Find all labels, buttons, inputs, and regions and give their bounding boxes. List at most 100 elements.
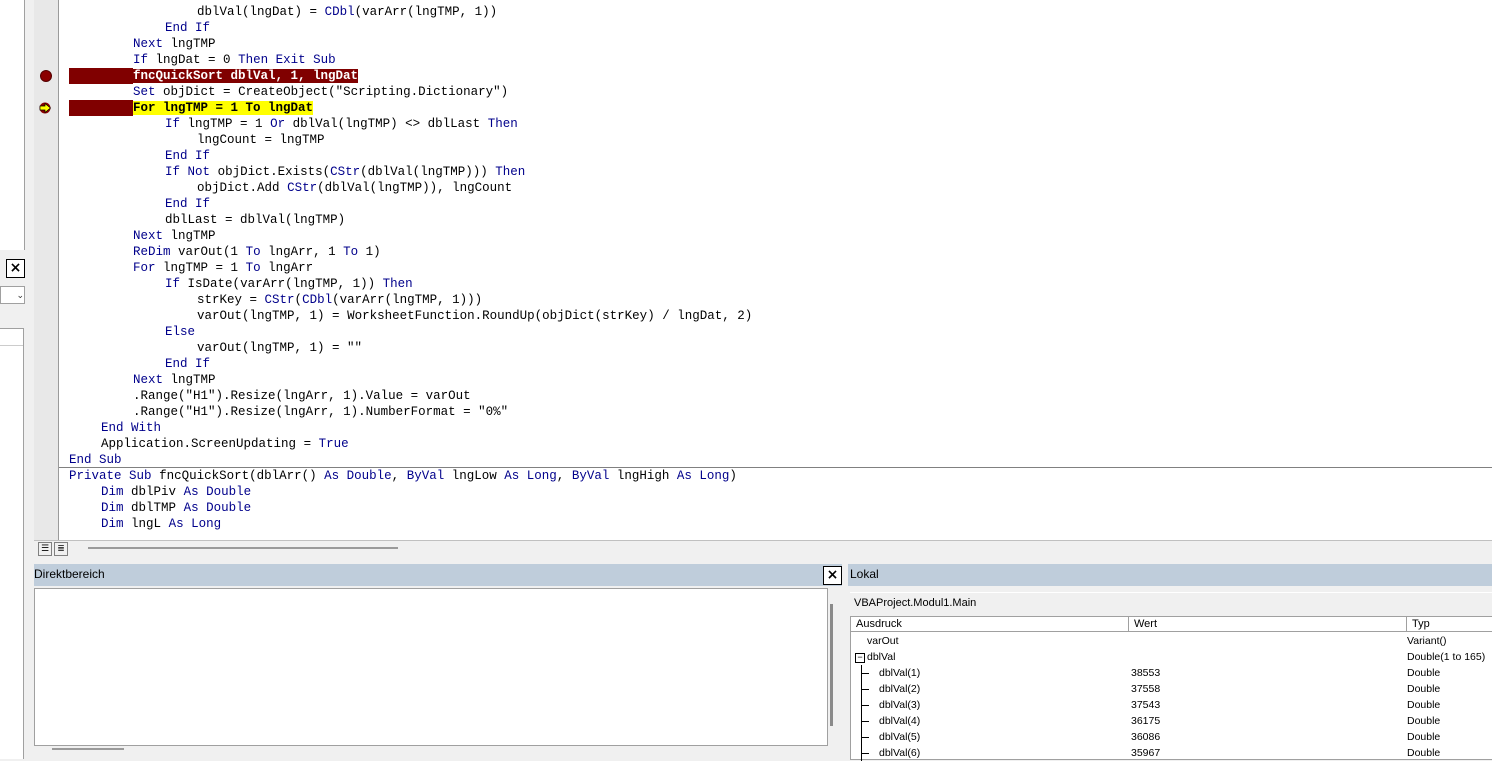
code-text: Dim lngL As Long	[101, 517, 222, 531]
code-line[interactable]: Dim dblTMP As Double	[101, 500, 251, 516]
code-text: End If	[165, 21, 211, 35]
code-line[interactable]: If IsDate(varArr(lngTMP, 1)) Then	[165, 276, 413, 292]
code-line[interactable]: If Not objDict.Exists(CStr(dblVal(lngTMP…	[165, 164, 525, 180]
code-text: End With	[101, 421, 162, 435]
code-line[interactable]: If lngDat = 0 Then Exit Sub	[133, 52, 336, 68]
locals-window-title: Lokal	[850, 567, 879, 581]
code-text: End If	[165, 357, 211, 371]
code-line[interactable]: dblLast = dblVal(lngTMP)	[165, 212, 345, 228]
code-line[interactable]: dblVal(lngDat) = CDbl(varArr(lngTMP, 1))	[197, 4, 497, 20]
code-line[interactable]: End Sub	[69, 452, 122, 468]
code-line[interactable]: varOut(lngTMP, 1) = WorksheetFunction.Ro…	[197, 308, 752, 324]
immediate-input[interactable]	[34, 588, 828, 746]
locals-expression: dblVal(6)	[879, 747, 921, 759]
code-text: varOut(lngTMP, 1) = WorksheetFunction.Ro…	[197, 309, 753, 323]
code-line[interactable]: If lngTMP = 1 Or dblVal(lngTMP) <> dblLa…	[165, 116, 518, 132]
code-line[interactable]: Set objDict = CreateObject("Scripting.Di…	[133, 84, 508, 100]
code-line[interactable]: varOut(lngTMP, 1) = ""	[197, 340, 362, 356]
close-icon[interactable]: ×	[823, 566, 842, 585]
code-text: strKey = CStr(CDbl(varArr(lngTMP, 1)))	[197, 293, 483, 307]
locals-context-label: VBAProject.Modul1.Main	[854, 597, 977, 609]
code-text: End If	[165, 149, 211, 163]
code-text: If IsDate(varArr(lngTMP, 1)) Then	[165, 277, 413, 291]
horizontal-scrollbar[interactable]	[88, 547, 398, 549]
code-line[interactable]: Else	[165, 324, 195, 340]
locals-expression: dblVal	[867, 651, 896, 663]
immediate-window-title: Direktbereich	[34, 567, 105, 581]
full-module-view-icon[interactable]: ≣	[54, 542, 68, 556]
code-window[interactable]: dblVal(lngDat) = CDbl(varArr(lngTMP, 1))…	[34, 0, 1492, 557]
execution-arrow-icon[interactable]	[38, 102, 52, 114]
locals-row[interactable]: − dblVal Double(1 to 165)	[851, 649, 1492, 665]
code-text: Set objDict = CreateObject("Scripting.Di…	[133, 85, 509, 99]
code-text: .Range("H1").Resize(lngArr, 1).Value = v…	[133, 389, 471, 403]
collapse-icon[interactable]: −	[855, 653, 865, 663]
locals-row[interactable]: dblVal(1) 38553 Double	[851, 665, 1492, 681]
code-text: If lngTMP = 1 Or dblVal(lngTMP) <> dblLa…	[165, 117, 518, 131]
code-text: Dim dblTMP As Double	[101, 501, 252, 515]
code-line[interactable]: Next lngTMP	[133, 228, 216, 244]
code-line[interactable]: End With	[101, 420, 161, 436]
code-text: Application.ScreenUpdating = True	[101, 437, 349, 451]
tree-connector	[861, 689, 869, 690]
horizontal-scrollbar[interactable]	[52, 748, 124, 750]
locals-row[interactable]: dblVal(3) 37543 Double	[851, 697, 1492, 713]
code-line[interactable]: Next lngTMP	[133, 36, 216, 52]
code-line[interactable]: fncQuickSort dblVal, 1, lngDat	[69, 68, 359, 84]
procedure-view-icon[interactable]: ☰	[38, 542, 52, 556]
locals-type: Double(1 to 165)	[1407, 651, 1486, 663]
close-icon[interactable]: ×	[6, 259, 25, 278]
locals-expression: dblVal(1)	[879, 667, 921, 679]
code-line[interactable]: strKey = CStr(CDbl(varArr(lngTMP, 1)))	[197, 292, 482, 308]
breakpoint-icon[interactable]	[40, 70, 52, 82]
code-line[interactable]: End If	[165, 196, 210, 212]
code-line[interactable]: ReDim varOut(1 To lngArr, 1 To 1)	[133, 244, 381, 260]
locals-value: 37543	[1131, 699, 1161, 711]
code-line[interactable]: objDict.Add CStr(dblVal(lngTMP)), lngCou…	[197, 180, 512, 196]
column-header-type[interactable]: Typ	[1407, 617, 1492, 632]
code-text: dblLast = dblVal(lngTMP)	[165, 213, 346, 227]
code-line[interactable]: For lngTMP = 1 To lngArr	[133, 260, 313, 276]
code-line[interactable]: Next lngTMP	[133, 372, 216, 388]
project-explorer-edge: × ⌄	[0, 0, 25, 759]
locals-row[interactable]: dblVal(6) 35967 Double	[851, 745, 1492, 761]
locals-expression: dblVal(4)	[879, 715, 921, 727]
code-text: lngCount = lngTMP	[197, 133, 325, 147]
locals-type: Double	[1407, 683, 1441, 695]
code-text: ReDim varOut(1 To lngArr, 1 To 1)	[133, 245, 381, 259]
locals-context: VBAProject.Modul1.Main	[850, 592, 1492, 615]
locals-row[interactable]: varOut Variant()	[851, 633, 1492, 649]
code-line[interactable]: Private Sub fncQuickSort(dblArr() As Dou…	[69, 468, 737, 484]
code-line[interactable]: End If	[165, 20, 210, 36]
code-text: Next lngTMP	[133, 229, 216, 243]
locals-type: Double	[1407, 667, 1441, 679]
locals-row[interactable]: dblVal(4) 36175 Double	[851, 713, 1492, 729]
code-line[interactable]: End If	[165, 356, 210, 372]
column-header-value[interactable]: Wert	[1129, 617, 1407, 632]
column-header-expression[interactable]: Ausdruck	[851, 617, 1129, 632]
code-line[interactable]: Dim dblPiv As Double	[101, 484, 251, 500]
vertical-scrollbar[interactable]	[830, 604, 833, 726]
code-line[interactable]: Application.ScreenUpdating = True	[101, 436, 349, 452]
code-line[interactable]: Dim lngL As Long	[101, 516, 221, 532]
code-line[interactable]: lngCount = lngTMP	[197, 132, 325, 148]
locals-expression: varOut	[867, 635, 899, 647]
code-line[interactable]: .Range("H1").Resize(lngArr, 1).Value = v…	[133, 388, 471, 404]
code-line[interactable]: For lngTMP = 1 To lngDat	[69, 100, 314, 116]
code-text: Else	[165, 325, 196, 339]
tree-connector	[861, 705, 869, 706]
code-text: If lngDat = 0 Then Exit Sub	[133, 53, 336, 67]
locals-row[interactable]: dblVal(5) 36086 Double	[851, 729, 1492, 745]
properties-object-combo[interactable]: ⌄	[0, 286, 25, 304]
locals-row[interactable]: dblVal(2) 37558 Double	[851, 681, 1492, 697]
code-line[interactable]: End If	[165, 148, 210, 164]
locals-value: 38553	[1131, 667, 1161, 679]
code-text: .Range("H1").Resize(lngArr, 1).NumberFor…	[133, 405, 509, 419]
code-text: For lngTMP = 1 To lngArr	[133, 261, 314, 275]
locals-grid: Ausdruck Wert Typ varOut Variant() − dblVal…	[850, 616, 1492, 761]
code-line[interactable]: .Range("H1").Resize(lngArr, 1).NumberFor…	[133, 404, 508, 420]
locals-type: Double	[1407, 715, 1441, 727]
project-tree-edge	[0, 0, 25, 250]
code-text: objDict.Add CStr(dblVal(lngTMP)), lngCou…	[197, 181, 513, 195]
code-editor[interactable]: dblVal(lngDat) = CDbl(varArr(lngTMP, 1))…	[59, 0, 1492, 540]
